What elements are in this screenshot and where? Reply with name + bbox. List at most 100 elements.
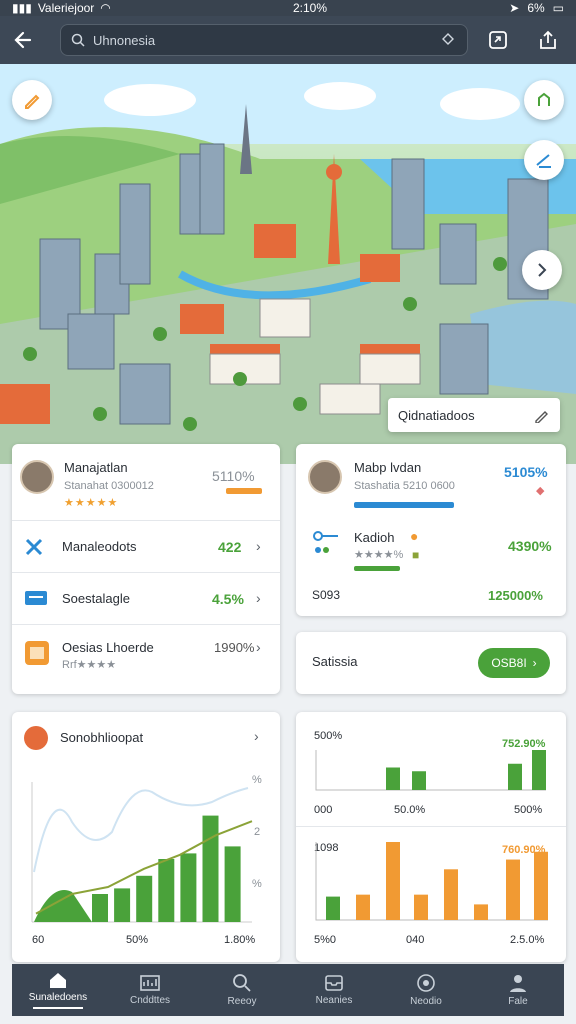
measure-button[interactable] <box>524 140 564 180</box>
export-button[interactable] <box>536 28 560 52</box>
detail-progress <box>354 566 400 571</box>
avatar <box>308 460 342 494</box>
card-value: 5105% <box>504 464 548 480</box>
x-tick-label: 5%0 <box>314 934 337 946</box>
bar-mark <box>92 894 108 922</box>
carrier-label: Valeriejoor <box>37 1 95 15</box>
right-chart-card: 500% 752.90% 000 50.0% 500% 1098 760.90%… <box>296 712 566 962</box>
search-input[interactable]: Uhnonesia <box>60 24 468 56</box>
user-icon <box>510 975 526 992</box>
bar-mark <box>412 771 426 790</box>
bar-mark <box>202 815 219 922</box>
search-value: Uhnonesia <box>93 32 156 48</box>
x-tick-label: 60 <box>32 934 45 946</box>
home-icon <box>50 973 66 988</box>
list-item-label: Manaleodots <box>62 539 137 554</box>
chevron-right-icon <box>538 263 547 277</box>
chart-title: Sonobhlioopat <box>60 730 144 745</box>
detail-value: 4390% <box>508 538 552 554</box>
nav-label: Sunaledoens <box>28 992 88 1003</box>
list-item-0[interactable]: Manaleodots 422 › <box>12 522 280 572</box>
left-chart-card: Sonobhlioopat › % 2 % 60 50% 1.80% <box>12 712 280 962</box>
card-icon <box>25 591 47 605</box>
card-progress <box>354 502 454 508</box>
status-bar: ▮▮▮ Valeriejoor ◠ 2:10% ➤ 6% ▭ <box>0 0 576 16</box>
ruler-icon <box>536 154 551 168</box>
key-icon <box>313 531 338 553</box>
top-chart-title: 500% <box>314 730 343 742</box>
tools-icon <box>25 538 43 556</box>
upload-icon <box>540 30 556 49</box>
share-button[interactable] <box>486 28 510 52</box>
list-item-2[interactable]: Oesias Lhoerde Rrf★★★★ 1990% › <box>12 626 280 686</box>
detail-label: Kadioh <box>354 530 395 545</box>
combo-chart <box>31 782 253 923</box>
signal-icon: ▮▮▮ <box>12 1 32 15</box>
bar-mark <box>506 859 520 920</box>
list-item-sub: Rrf★★★★ <box>62 659 117 671</box>
search-icon <box>71 33 85 47</box>
nav-label: Neanies <box>315 995 353 1006</box>
inbox-icon <box>325 975 343 991</box>
navigate-button[interactable] <box>524 80 564 120</box>
x-tick-label: 50% <box>126 934 149 946</box>
draw-tool-button[interactable] <box>12 80 52 120</box>
area-mark <box>34 890 92 922</box>
card-value: 5110% <box>212 468 255 484</box>
chevron-right-icon: › <box>256 590 261 606</box>
y-tick-label: % <box>252 774 262 786</box>
nav-label: Reeoy <box>227 996 257 1007</box>
rating-stars: ★★★★★ <box>64 497 119 509</box>
nav-item-inbox[interactable]: Neanies <box>288 964 380 1016</box>
chevron-right-icon: › <box>256 639 261 655</box>
footer-left: S093 <box>312 588 341 602</box>
card-progress <box>226 488 262 494</box>
satisfaction-label: Satissia <box>312 654 358 669</box>
list-item-label: Soestalagle <box>62 591 130 606</box>
map-tooltip-label: Qidnatiadoos <box>398 407 475 423</box>
filter-icon[interactable] <box>439 30 457 51</box>
top-bar: Uhnonesia <box>0 16 576 64</box>
route-icon <box>538 92 550 106</box>
chevron-right-icon[interactable]: › <box>254 728 259 744</box>
satisfaction-button[interactable]: OSB8I › <box>478 648 550 678</box>
bar-mark <box>326 896 340 920</box>
footer-right: 125000% <box>488 588 543 603</box>
city-map[interactable]: Qidnatiadoos <box>0 64 576 464</box>
search-icon <box>233 974 251 992</box>
x-tick-label: 040 <box>406 934 425 946</box>
nav-item-profile[interactable]: Fale <box>472 964 564 1016</box>
back-button[interactable] <box>0 16 46 64</box>
x-tick-label: 000 <box>314 804 333 816</box>
bar-mark <box>386 842 400 920</box>
detail-sub: ★★★★% <box>354 549 404 561</box>
bar-mark <box>158 859 175 922</box>
nav-item-search[interactable]: Reeoy <box>196 964 288 1016</box>
bar-mark <box>532 750 546 790</box>
next-button[interactable] <box>522 250 562 290</box>
nav-label: Cnddttes <box>129 995 171 1006</box>
nav-item-target[interactable]: Neodio <box>380 964 472 1016</box>
target-icon <box>417 974 435 992</box>
bottom-nav: Sunaledoens Cnddttes Reeoy Neanies Neodi… <box>12 964 564 1016</box>
nav-item-home[interactable]: Sunaledoens <box>12 964 104 1016</box>
bar-mark <box>356 894 370 920</box>
right-summary-card: Mabp lvdan Stashatia 5210 0600 5105% ◆ K… <box>296 444 566 616</box>
y-tick-label: 2 <box>254 826 261 838</box>
location-icon: ➤ <box>509 1 520 15</box>
card-name: Manajatlan <box>64 460 128 475</box>
bar-mark <box>534 851 548 920</box>
bar-mark <box>508 763 522 790</box>
list-item-1[interactable]: Soestalagle 4.5% › <box>12 574 280 624</box>
top-bar-chart <box>315 750 546 791</box>
satisfaction-card: Satissia OSB8I › <box>296 632 566 694</box>
bar-mark <box>114 888 131 922</box>
battery-icon: ▭ <box>552 1 564 15</box>
map-tooltip[interactable]: Qidnatiadoos <box>388 398 560 432</box>
wifi-icon: ◠ <box>100 1 111 15</box>
chart-avatar <box>24 726 48 750</box>
nav-item-charts[interactable]: Cnddttes <box>104 964 196 1016</box>
left-summary-card: Manajatlan Stanahat 0300012 ★★★★★ 5110% … <box>12 444 280 694</box>
tag-icon: ■ <box>412 548 420 562</box>
y-tick-label: % <box>252 878 262 890</box>
